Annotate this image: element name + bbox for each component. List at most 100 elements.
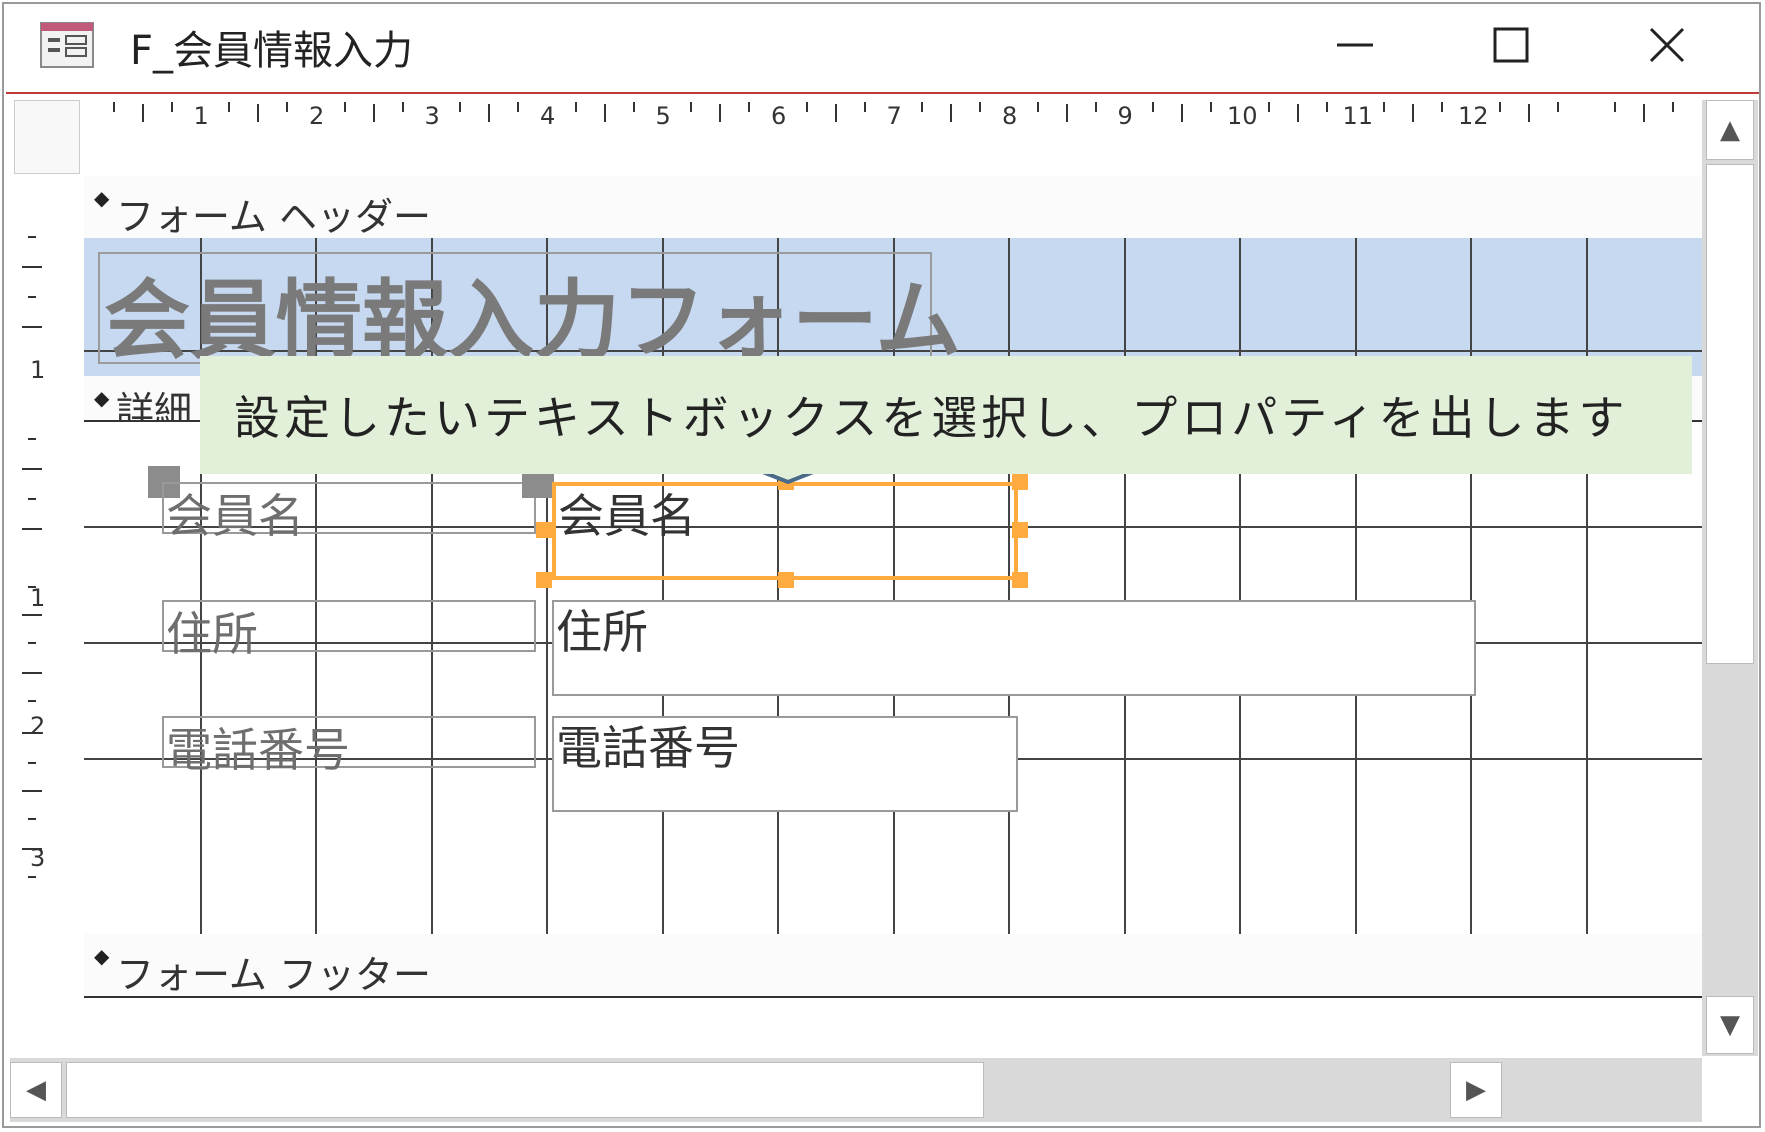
phone-label[interactable]: 電話番号 — [162, 716, 536, 777]
ruler-tick — [28, 586, 36, 588]
resize-handle[interactable] — [1012, 474, 1028, 490]
ruler-tick — [28, 236, 36, 238]
ruler-number: 11 — [1342, 102, 1374, 130]
ruler-tick — [1527, 104, 1530, 122]
ruler-tick — [950, 104, 953, 122]
ruler-tick — [22, 672, 42, 674]
design-surface[interactable]: ◆ フォーム ヘッダー ◆ 詳細 ◆ フォーム フッター 会員情報入力フォーム … — [84, 176, 1702, 1056]
ruler-number: 9 — [1117, 102, 1133, 130]
form-header-label: フォーム ヘッダー — [116, 195, 431, 239]
ruler-tick — [1672, 102, 1675, 112]
ruler-tick — [28, 700, 36, 702]
form-footer-band[interactable] — [84, 998, 1702, 1056]
vertical-ruler[interactable]: 1 1 2 3 — [14, 176, 78, 1056]
horizontal-scroll-thumb[interactable] — [66, 1062, 984, 1118]
ruler-number: 7 — [886, 102, 902, 130]
ruler-number: 4 — [540, 102, 556, 130]
ruler-number: 3 — [424, 102, 440, 130]
address-label[interactable]: 住所 — [162, 600, 536, 661]
ruler-tick — [1152, 102, 1155, 112]
ruler-tick — [1210, 102, 1213, 112]
ruler-tick — [22, 266, 42, 268]
member-name-label[interactable]: 会員名 — [162, 482, 536, 543]
ruler-tick — [863, 102, 866, 112]
phone-textbox[interactable]: 電話番号 — [552, 716, 1018, 812]
close-button[interactable] — [1612, 10, 1722, 80]
scroll-right-button[interactable]: ▶ — [1450, 1062, 1502, 1118]
ruler-tick — [574, 102, 577, 112]
vertical-scrollbar[interactable]: ▲ ▼ — [1702, 100, 1758, 1056]
resize-handle[interactable] — [1012, 572, 1028, 588]
ruler-tick — [748, 102, 751, 112]
ruler-tick — [28, 498, 36, 500]
resize-handle[interactable] — [778, 572, 794, 588]
address-textbox[interactable]: 住所 — [552, 600, 1476, 696]
instruction-text: 設定したいテキストボックスを選択し、プロパティを出します — [234, 391, 1629, 445]
ruler-tick — [979, 102, 982, 112]
instruction-callout: 設定したいテキストボックスを選択し、プロパティを出します — [200, 356, 1692, 474]
ruler-number: 1 — [30, 584, 46, 612]
scroll-down-button[interactable]: ▼ — [1706, 996, 1754, 1054]
ruler-tick — [834, 104, 837, 122]
ruler-tick — [690, 102, 693, 112]
ruler-tick — [22, 326, 42, 328]
ruler-tick — [1643, 104, 1646, 122]
ruler-number: 1 — [30, 356, 46, 384]
ruler-tick — [257, 104, 260, 122]
section-arrow-icon: ◆ — [94, 944, 110, 968]
member-name-textbox-text: 会員名 — [558, 489, 696, 543]
resize-handle[interactable] — [536, 572, 552, 588]
form-footer-label: フォーム フッター — [116, 953, 431, 997]
ruler-tick — [22, 468, 42, 470]
maximize-button[interactable] — [1456, 10, 1566, 80]
ruler-number: 2 — [30, 712, 46, 740]
scroll-left-button[interactable]: ◀ — [10, 1062, 62, 1118]
ruler-tick — [28, 296, 36, 298]
ruler-number: 5 — [655, 102, 671, 130]
ruler-number: 6 — [771, 102, 787, 130]
ruler-tick — [1412, 104, 1415, 122]
triangle-left-icon: ◀ — [26, 1075, 46, 1105]
ruler-tick — [22, 528, 42, 530]
resize-handle[interactable] — [1012, 522, 1028, 538]
ruler-tick — [1267, 102, 1270, 112]
form-header-bar[interactable]: ◆ フォーム ヘッダー — [84, 176, 1702, 240]
ruler-tick — [28, 818, 36, 820]
ruler-tick — [488, 104, 491, 122]
vertical-scroll-thumb[interactable] — [1706, 164, 1754, 664]
horizontal-ruler[interactable]: 1 2 3 4 5 6 7 8 9 10 11 12 — [84, 100, 1702, 172]
horizontal-scrollbar[interactable]: ◀ ▶ — [10, 1058, 1702, 1122]
ruler-tick — [170, 102, 173, 112]
ruler-tick — [632, 102, 635, 112]
form-footer-bar[interactable]: ◆ フォーム フッター — [84, 934, 1702, 998]
grid-line — [1585, 422, 1588, 934]
minimize-icon — [1337, 43, 1373, 47]
triangle-right-icon: ▶ — [1466, 1075, 1486, 1105]
ruler-tick — [28, 876, 36, 878]
ruler-tick — [921, 102, 924, 112]
ruler-tick — [372, 104, 375, 122]
ruler-number: 8 — [1002, 102, 1018, 130]
ruler-tick — [401, 102, 404, 112]
address-label-text: 住所 — [166, 607, 258, 661]
ruler-tick — [28, 642, 36, 644]
form-title-label[interactable]: 会員情報入力フォーム — [98, 252, 961, 371]
phone-textbox-text: 電話番号 — [556, 721, 740, 775]
ruler-tick — [1036, 102, 1039, 112]
ruler-tick — [1065, 104, 1068, 122]
ruler-tick — [28, 438, 36, 440]
ruler-tick — [1181, 104, 1184, 122]
ruler-number: 10 — [1227, 102, 1258, 130]
ruler-tick — [459, 102, 462, 112]
ruler-corner[interactable] — [14, 100, 80, 174]
resize-handle[interactable] — [536, 522, 552, 538]
ruler-tick — [286, 102, 289, 112]
ruler-tick — [22, 790, 42, 792]
member-name-textbox[interactable]: 会員名 — [552, 482, 1018, 580]
ruler-tick — [1556, 102, 1559, 112]
ruler-tick — [22, 614, 42, 616]
ruler-tick — [112, 102, 115, 112]
minimize-button[interactable] — [1300, 10, 1410, 80]
scroll-up-button[interactable]: ▲ — [1706, 100, 1754, 160]
ruler-tick — [1383, 102, 1386, 112]
